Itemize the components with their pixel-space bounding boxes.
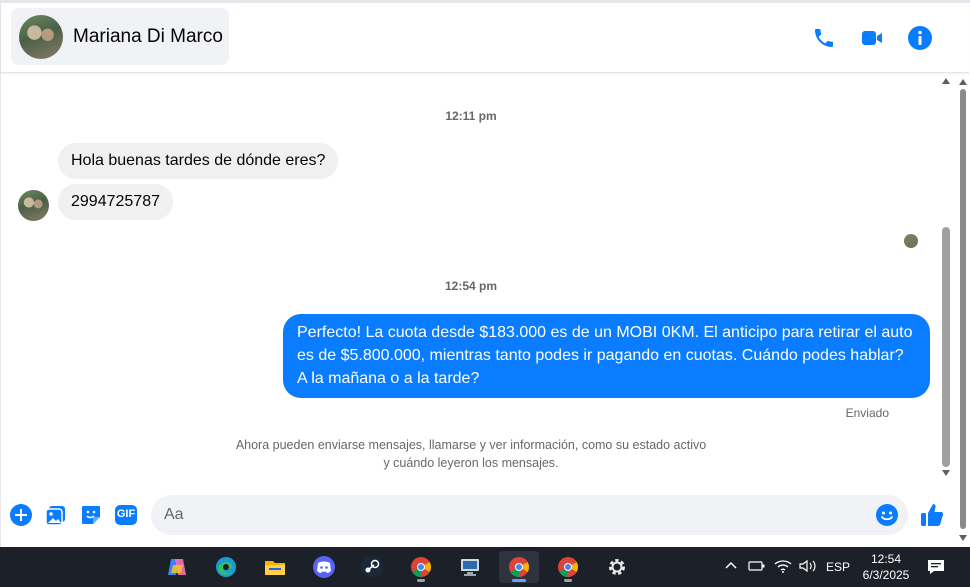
running-indicator (417, 579, 425, 582)
chrome-icon[interactable] (401, 551, 441, 583)
page-scrollbar[interactable] (957, 75, 969, 545)
message-thread: 12:11 pm Hola buenas tardes de dónde ere… (1, 74, 941, 484)
edge-icon[interactable] (206, 551, 246, 583)
message-status: Enviado (845, 406, 889, 420)
seen-indicator-avatar (904, 234, 918, 248)
steam-icon[interactable] (352, 551, 392, 583)
scroll-up-arrow-icon[interactable] (959, 79, 967, 85)
display-settings-icon[interactable] (450, 551, 490, 583)
scroll-up-arrow-icon[interactable] (942, 78, 950, 84)
contact-avatar[interactable] (19, 14, 63, 59)
language-indicator[interactable]: ESP (826, 560, 850, 574)
running-indicator (564, 579, 572, 582)
scroll-down-arrow-icon[interactable] (959, 535, 967, 541)
phone-icon[interactable] (811, 25, 837, 51)
clock-time: 12:54 (870, 552, 902, 566)
system-tray: ESP (724, 547, 850, 587)
system-clock[interactable]: 12:54 6/3/2025 (856, 551, 916, 583)
active-indicator (512, 579, 526, 582)
contact-name[interactable]: Mariana Di Marco (73, 26, 223, 48)
thread-scrollbar[interactable] (939, 74, 953, 482)
privacy-notice: Ahora pueden enviarse mensajes, llamarse… (235, 438, 707, 470)
gif-label: GIF (116, 508, 136, 520)
volume-icon[interactable] (798, 558, 822, 577)
sticker-icon[interactable] (79, 503, 103, 527)
file-explorer-icon[interactable] (255, 551, 295, 583)
copilot-icon[interactable] (157, 551, 197, 583)
chrome-icon[interactable] (499, 551, 539, 583)
scroll-thumb[interactable] (942, 227, 950, 467)
discord-icon[interactable] (304, 551, 344, 583)
emoji-icon[interactable] (875, 503, 899, 527)
contact-card[interactable]: Mariana Di Marco (11, 8, 229, 65)
like-icon[interactable] (919, 502, 945, 528)
sender-avatar[interactable] (18, 190, 49, 221)
wifi-icon[interactable] (774, 558, 796, 577)
messenger-window: Mariana Di Marco 12:11 pm Hola buenas ta… (0, 0, 970, 547)
windows-taskbar: ESP 12:54 6/3/2025 (0, 547, 970, 587)
video-camera-icon[interactable] (859, 25, 885, 51)
scroll-thumb[interactable] (960, 89, 966, 529)
scroll-down-arrow-icon[interactable] (942, 470, 950, 476)
incoming-message[interactable]: Hola buenas tardes de dónde eres? (58, 143, 339, 179)
photo-icon[interactable] (44, 503, 68, 527)
clock-date: 6/3/2025 (862, 568, 910, 582)
chrome-icon[interactable] (548, 551, 588, 583)
outgoing-message[interactable]: Perfecto! La cuota desde $183.000 es de … (283, 314, 930, 398)
timestamp: 12:54 pm (444, 279, 498, 293)
settings-icon[interactable] (597, 551, 637, 583)
info-icon[interactable] (907, 25, 933, 51)
chevron-up-icon[interactable] (724, 559, 740, 576)
message-input-box[interactable] (151, 495, 908, 535)
message-composer: GIF (1, 493, 956, 537)
message-input[interactable] (151, 495, 851, 535)
timestamp: 12:11 pm (445, 109, 497, 123)
notification-icon[interactable] (918, 551, 954, 583)
chat-header: Mariana Di Marco (1, 3, 969, 73)
battery-plug-icon[interactable] (748, 559, 772, 576)
add-icon[interactable] (9, 503, 33, 527)
incoming-message[interactable]: 2994725787 (58, 184, 173, 220)
gif-icon[interactable]: GIF (114, 503, 138, 527)
